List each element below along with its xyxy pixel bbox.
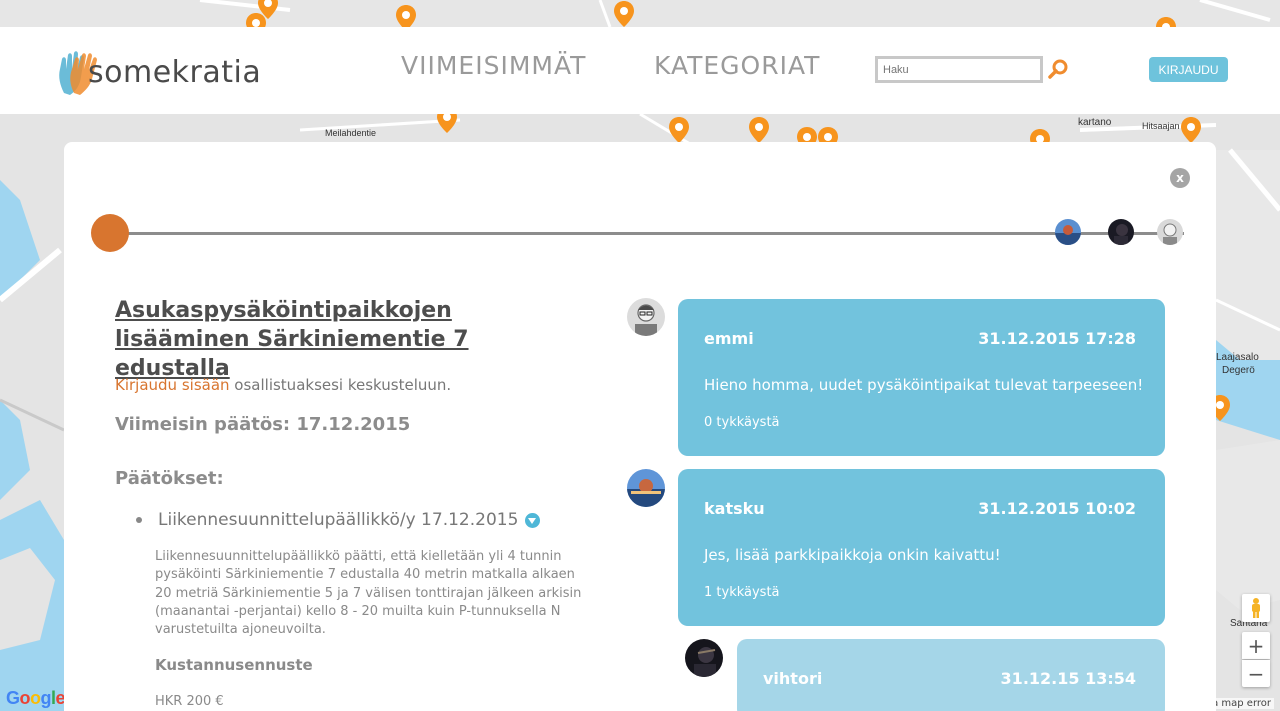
comment-author[interactable]: vihtori bbox=[763, 669, 822, 688]
google-logo: Google bbox=[6, 688, 66, 708]
chevron-down-icon[interactable] bbox=[525, 512, 541, 528]
avatar[interactable] bbox=[627, 469, 665, 507]
decision-item[interactable]: Liikennesuunnittelupäällikkö/y 17.12.201… bbox=[136, 510, 541, 530]
issue-panel: x Asukaspysäköintipaikkojen lisääminen S… bbox=[64, 142, 1216, 711]
pegman-icon[interactable] bbox=[1242, 594, 1270, 622]
comment-bubble: emmi 31.12.2015 17:28 Hieno homma, uudet… bbox=[678, 299, 1165, 456]
map-label: Meilahdentie bbox=[325, 128, 377, 138]
map-pin-icon[interactable] bbox=[613, 0, 635, 28]
comment-author[interactable]: emmi bbox=[704, 329, 754, 348]
bullet bbox=[136, 517, 142, 523]
login-prompt: Kirjaudu sisään osallistuaksesi keskuste… bbox=[115, 376, 451, 394]
comment-bubble: vihtori 31.12.15 13:54 bbox=[737, 639, 1165, 711]
cost-heading: Kustannusennuste bbox=[155, 656, 313, 674]
comment-text: Hieno homma, uudet pysäköintipaikat tule… bbox=[704, 376, 1144, 394]
avatar[interactable] bbox=[685, 639, 723, 677]
comment-likes[interactable]: 0 tykkäystä bbox=[704, 415, 780, 430]
comment-bubble: katsku 31.12.2015 10:02 Jes, lisää parkk… bbox=[678, 469, 1165, 626]
avatar[interactable] bbox=[627, 298, 665, 336]
search-icon[interactable] bbox=[1047, 58, 1069, 80]
decisions-heading: Päätökset: bbox=[115, 468, 224, 489]
map-label: Degerö bbox=[1222, 365, 1255, 376]
timeline-start-marker[interactable] bbox=[91, 214, 129, 252]
timeline-avatar[interactable] bbox=[1157, 219, 1183, 245]
comment-time: 31.12.15 13:54 bbox=[1000, 669, 1136, 688]
nav-latest[interactable]: VIIMEISIMMÄT bbox=[401, 51, 586, 80]
comment-time: 31.12.2015 10:02 bbox=[978, 499, 1136, 518]
comment-likes[interactable]: 1 tykkäystä bbox=[704, 585, 780, 600]
login-link[interactable]: Kirjaudu sisään bbox=[115, 376, 230, 394]
comment-time: 31.12.2015 17:28 bbox=[978, 329, 1136, 348]
nav-categories[interactable]: KATEGORIAT bbox=[654, 51, 820, 80]
map-pin-icon[interactable] bbox=[748, 116, 770, 144]
latest-decision: Viimeisin päätös: 17.12.2015 bbox=[115, 414, 411, 435]
close-icon[interactable]: x bbox=[1170, 168, 1190, 188]
login-prompt-text: osallistuaksesi keskusteluun. bbox=[229, 376, 452, 394]
logo-text: somekratia bbox=[88, 54, 262, 90]
map-pin-icon[interactable] bbox=[668, 116, 690, 144]
login-button[interactable]: KIRJAUDU bbox=[1149, 57, 1228, 82]
search-input[interactable] bbox=[875, 56, 1043, 83]
map-label: Hitsaajan bbox=[1142, 121, 1180, 131]
cost-value: HKR 200 € bbox=[155, 694, 224, 709]
zoom-in-button[interactable]: + bbox=[1242, 632, 1270, 659]
timeline-avatar[interactable] bbox=[1055, 219, 1081, 245]
comment-author[interactable]: katsku bbox=[704, 499, 765, 518]
decision-label: Liikennesuunnittelupäällikkö/y 17.12.201… bbox=[158, 510, 519, 530]
zoom-out-button[interactable]: − bbox=[1242, 660, 1270, 687]
site-header: somekratia VIIMEISIMMÄT KATEGORIAT KIRJA… bbox=[0, 27, 1280, 114]
site-logo[interactable]: somekratia bbox=[56, 49, 261, 95]
timeline-avatar[interactable] bbox=[1108, 219, 1134, 245]
map-pin-icon[interactable] bbox=[1180, 116, 1202, 144]
map-label: Laajasalo bbox=[1216, 352, 1259, 363]
map-label: kartano bbox=[1078, 117, 1112, 128]
timeline-line bbox=[110, 232, 1184, 235]
decision-text: Liikennesuunnittelupäällikkö päätti, ett… bbox=[155, 549, 582, 638]
issue-title[interactable]: Asukaspysäköintipaikkojen lisääminen Sär… bbox=[115, 296, 585, 383]
comment-text: Jes, lisää parkkipaikkoja onkin kaivattu… bbox=[704, 546, 1001, 564]
